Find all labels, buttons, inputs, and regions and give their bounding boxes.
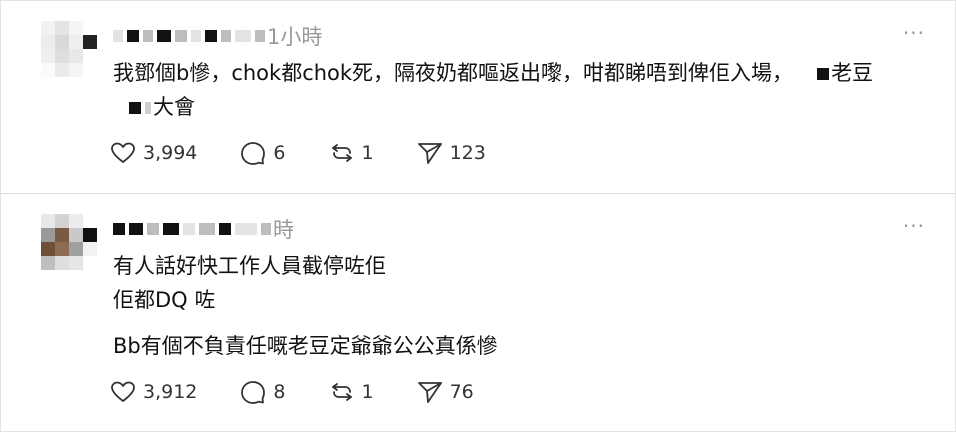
repost-count: 1: [361, 381, 374, 403]
reply-count: 6: [273, 142, 286, 164]
like-count: 3,912: [143, 381, 198, 403]
heart-icon: [111, 142, 135, 163]
username-row: 時: [113, 214, 294, 244]
more-dots-icon[interactable]: ···: [903, 23, 925, 43]
username-redacted[interactable]: [113, 223, 271, 235]
reply-button[interactable]: 6: [239, 139, 286, 167]
comment-bubble-icon: [241, 381, 266, 404]
like-count: 3,994: [143, 142, 198, 164]
send-icon: [417, 382, 442, 403]
like-button[interactable]: 3,994: [109, 139, 197, 167]
like-button[interactable]: 3,912: [109, 378, 197, 406]
action-bar: 3,994 6 1 123: [109, 139, 528, 167]
repost-icon: [331, 144, 352, 162]
reply-post: 時 ··· 有人話好快工作人員截停咗佢 佢都DQ 咗 Bb有個不負責任嘅老豆定爺…: [1, 194, 955, 431]
reply-count: 8: [273, 381, 286, 403]
post-time: 1小時: [267, 25, 323, 49]
thread-container: 1小時 ··· 我鄧個b慘，chok都chok死，隔夜奶都嘔返出嚟，咁都睇唔到俾…: [0, 0, 956, 432]
post-line: 大會: [153, 95, 195, 119]
share-button[interactable]: 76: [416, 378, 474, 406]
action-bar: 3,912 8 1 76: [109, 378, 516, 406]
post-text: 我鄧個b慘，chok都chok死，隔夜奶都嘔返出嚟，咁都睇唔到俾佢入場， 老豆 大…: [113, 56, 873, 124]
comment-bubble-icon: [241, 142, 266, 165]
reply-post: 1小時 ··· 我鄧個b慘，chok都chok死，隔夜奶都嘔返出嚟，咁都睇唔到俾…: [1, 1, 955, 193]
share-count: 123: [449, 142, 486, 164]
username-redacted[interactable]: [113, 30, 265, 42]
post-text: 有人話好快工作人員截停咗佢 佢都DQ 咗 Bb有個不負責任嘅老豆定爺爺公公真係慘: [113, 249, 498, 363]
share-button[interactable]: 123: [416, 139, 486, 167]
share-count: 76: [449, 381, 474, 403]
post-line: Bb有個不負責任嘅老豆定爺爺公公真係慘: [113, 334, 498, 358]
heart-icon: [111, 381, 135, 402]
send-icon: [417, 143, 442, 164]
post-time: 時: [273, 218, 294, 242]
post-line: 佢都DQ 咗: [113, 288, 216, 312]
reply-button[interactable]: 8: [239, 378, 286, 406]
avatar[interactable]: [41, 214, 97, 270]
repost-count: 1: [361, 142, 374, 164]
avatar[interactable]: [41, 21, 97, 77]
more-dots-icon[interactable]: ···: [903, 216, 925, 236]
post-line: 我鄧個b慘，chok都chok死，隔夜奶都嘔返出嚟，咁都睇唔到俾佢入場，: [113, 61, 794, 85]
repost-button[interactable]: 1: [328, 139, 374, 167]
repost-button[interactable]: 1: [328, 378, 374, 406]
post-line: 老豆: [831, 61, 874, 85]
username-row: 1小時: [113, 21, 322, 51]
repost-icon: [331, 383, 352, 401]
post-line: 有人話好快工作人員截停咗佢: [113, 254, 386, 278]
